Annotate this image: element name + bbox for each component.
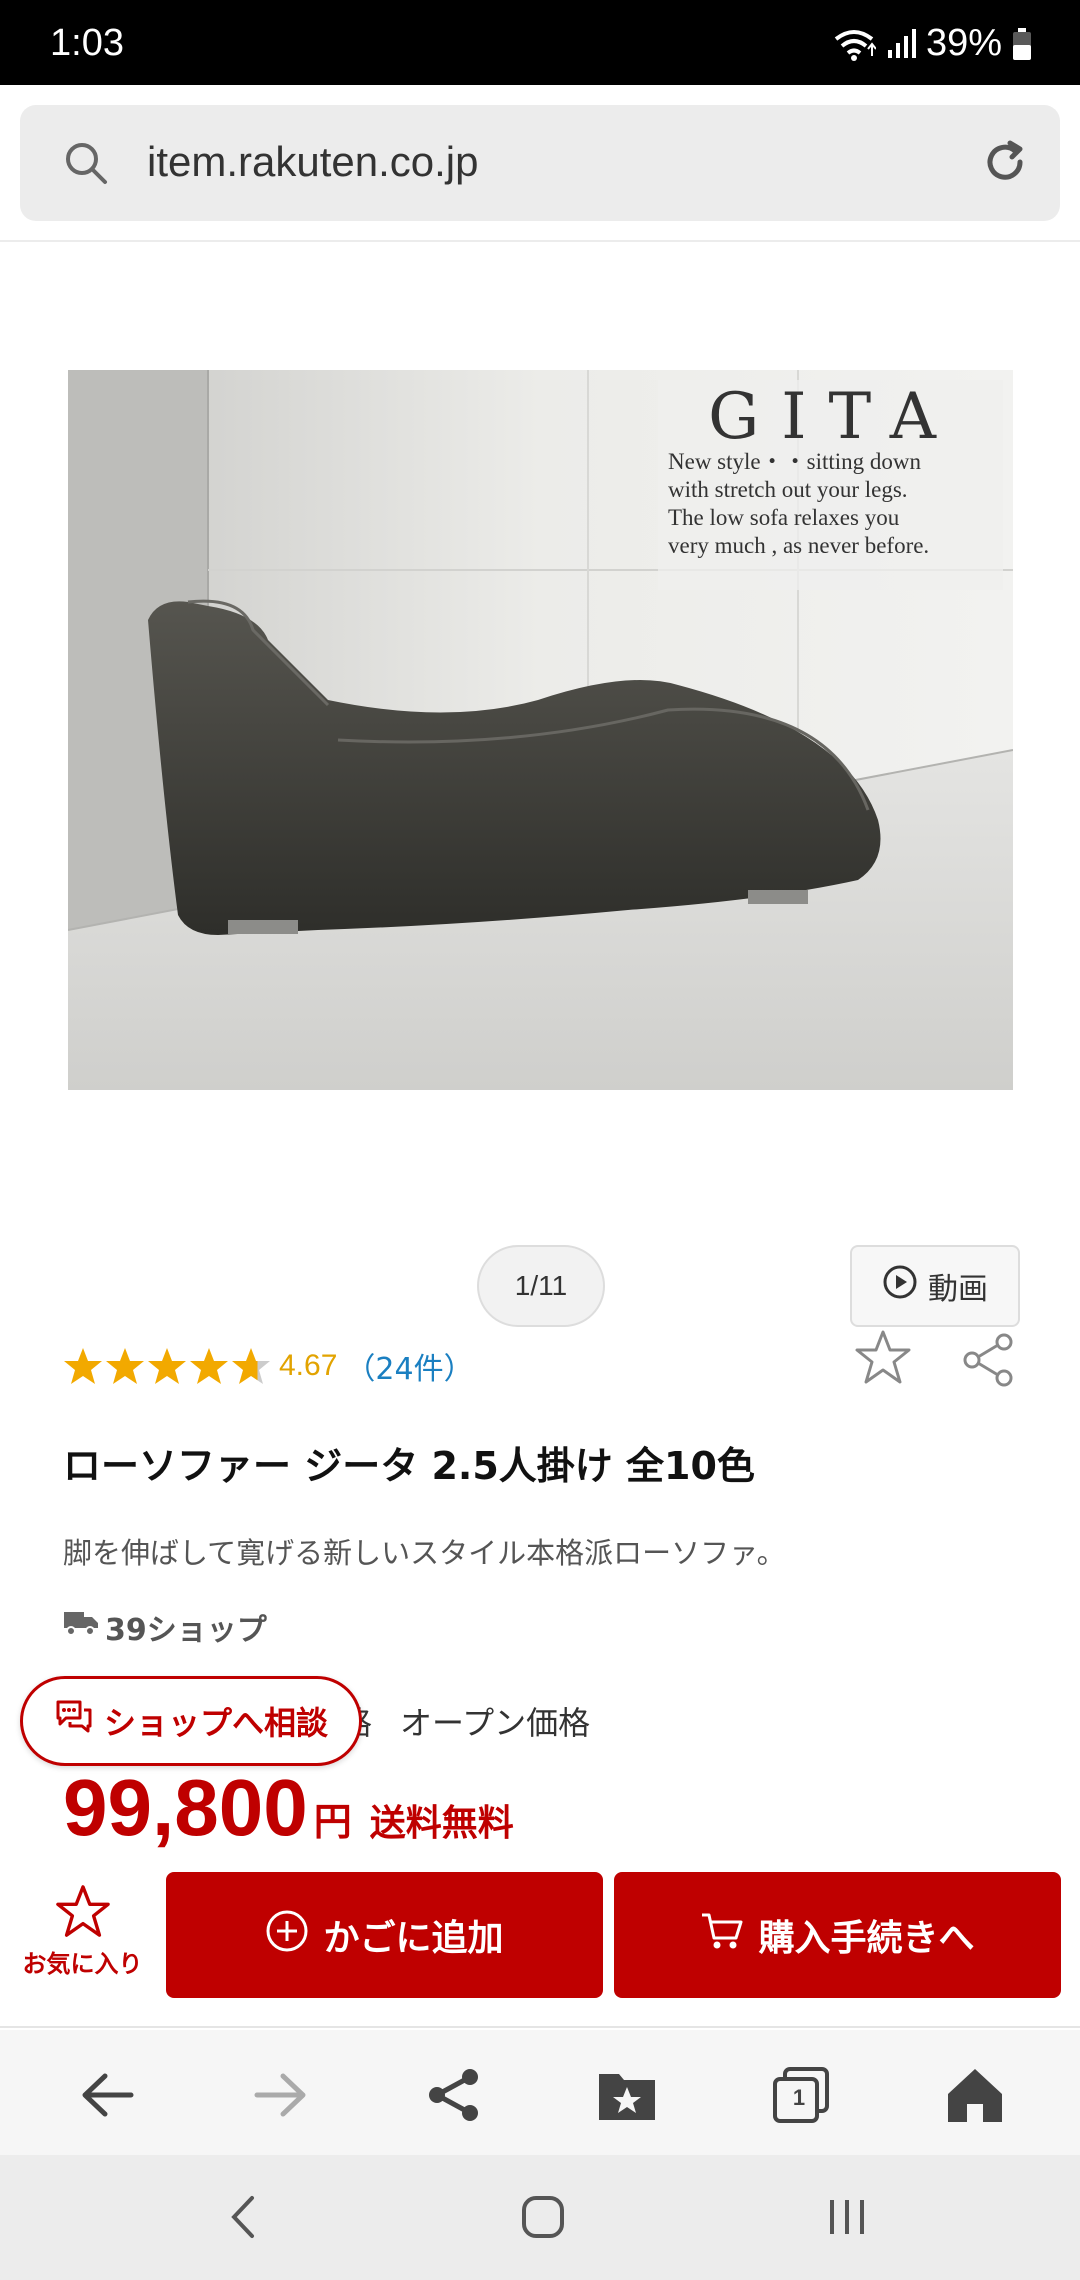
product-image[interactable]: GITA New style・・sitting down with stretc… — [68, 370, 1013, 1090]
caption-line: The low sofa relaxes you — [668, 505, 900, 530]
chat-icon — [54, 1698, 94, 1744]
consult-label: ショップへ相談 — [103, 1704, 328, 1742]
checkout-button[interactable]: 購入手続きへ — [614, 1872, 1061, 1998]
action-bar: お気に入り かごに追加 購入手続きへ — [0, 1860, 1080, 2028]
add-to-cart-button[interactable]: かごに追加 — [166, 1872, 603, 1998]
plus-circle-icon — [265, 1909, 309, 1962]
share-icon — [429, 2069, 478, 2121]
caption-line: New style・・sitting down — [668, 449, 921, 474]
circle-home-icon — [522, 2196, 564, 2238]
forward-button[interactable] — [246, 2060, 316, 2130]
rating-stars — [63, 1346, 271, 1386]
tabs-button[interactable]: 1 — [766, 2060, 836, 2130]
wifi-icon — [832, 27, 876, 61]
shipping-label: 39ショップ — [105, 1613, 267, 1648]
cart-icon — [700, 1910, 744, 1961]
url-text[interactable]: item.rakuten.co.jp — [147, 138, 479, 186]
home-button[interactable] — [940, 2060, 1010, 2130]
system-navigation-bar — [0, 2155, 1080, 2280]
price-label: 格オープン価格 — [340, 1698, 590, 1744]
chevron-left-icon — [231, 2196, 254, 2238]
browser-toolbar: 1 — [0, 2030, 1080, 2155]
reload-icon[interactable] — [980, 137, 1030, 191]
share-icon[interactable] — [960, 1332, 1016, 1392]
product-description: 脚を伸ばして寛げる新しいスタイル本格派ローソファ。 — [63, 1536, 786, 1570]
rating-star-icon — [64, 1348, 102, 1384]
rating-star-icon — [190, 1348, 228, 1384]
brand-title: GITA — [708, 380, 958, 454]
arrow-right-icon — [254, 2073, 306, 2117]
consult-shop-button[interactable]: ショップへ相談 — [20, 1676, 362, 1766]
status-indicators: 39% — [832, 22, 1032, 65]
truck-icon — [63, 1608, 99, 1646]
checkout-label: 購入手続きへ — [758, 1918, 975, 1959]
shipping-info: 39ショップ — [63, 1605, 267, 1649]
price: 99,800 円送料無料 — [63, 1762, 514, 1854]
image-pager: 1/11 — [477, 1245, 605, 1327]
favorite-button[interactable]: お気に入り — [10, 1884, 155, 1979]
home-icon — [948, 2069, 1002, 2122]
system-recents-button[interactable] — [812, 2187, 882, 2247]
price-currency: 円 — [313, 1802, 352, 1844]
url-bar[interactable]: item.rakuten.co.jp — [20, 105, 1060, 221]
price-value: 99,800 — [63, 1763, 308, 1852]
price-label-value: オープン価格 — [400, 1704, 591, 1742]
system-home-button[interactable] — [508, 2187, 578, 2247]
video-button[interactable]: 動画 — [850, 1245, 1020, 1327]
browser-url-area: item.rakuten.co.jp — [0, 85, 1080, 242]
bookmark-folder-icon — [599, 2074, 655, 2120]
rating-star-icon — [106, 1348, 144, 1384]
favorite-star-outline-icon — [55, 1885, 110, 1937]
status-time: 1:03 — [50, 22, 124, 64]
image-caption: New style・・sitting down with stretch out… — [668, 448, 998, 560]
video-label: 動画 — [928, 1272, 988, 1307]
status-bar: 1:03 39% — [0, 0, 1080, 85]
share-page-button[interactable] — [419, 2060, 489, 2130]
favorite-label: お気に入り — [22, 1950, 143, 1978]
caption-line: very much , as never before. — [668, 533, 930, 558]
arrow-left-icon — [82, 2073, 134, 2117]
caption-line: with stretch out your legs. — [668, 477, 908, 502]
signal-icon — [886, 28, 916, 60]
rating-star-icon — [148, 1348, 186, 1384]
search-icon — [62, 139, 110, 191]
play-icon — [882, 1264, 918, 1308]
recents-icon — [830, 2200, 864, 2234]
tab-count: 1 — [792, 2085, 806, 2110]
bookmarks-button[interactable] — [592, 2060, 662, 2130]
battery-icon — [1012, 27, 1032, 61]
rating-value: 4.67 — [279, 1349, 338, 1382]
add-to-cart-label: かごに追加 — [323, 1918, 504, 1959]
back-button[interactable] — [72, 2060, 142, 2130]
rating-row[interactable]: 4.67 （24件） — [63, 1340, 474, 1392]
free-shipping-label: 送料無料 — [369, 1803, 514, 1844]
favorite-star-icon[interactable] — [853, 1328, 913, 1392]
rating-star-icon — [232, 1348, 270, 1384]
system-back-button[interactable] — [208, 2187, 278, 2247]
product-title: ローソファー ジータ 2.5人掛け 全10色 — [63, 1444, 755, 1488]
battery-percent: 39% — [925, 22, 1002, 64]
review-count-link[interactable]: （24件） — [345, 1344, 473, 1388]
